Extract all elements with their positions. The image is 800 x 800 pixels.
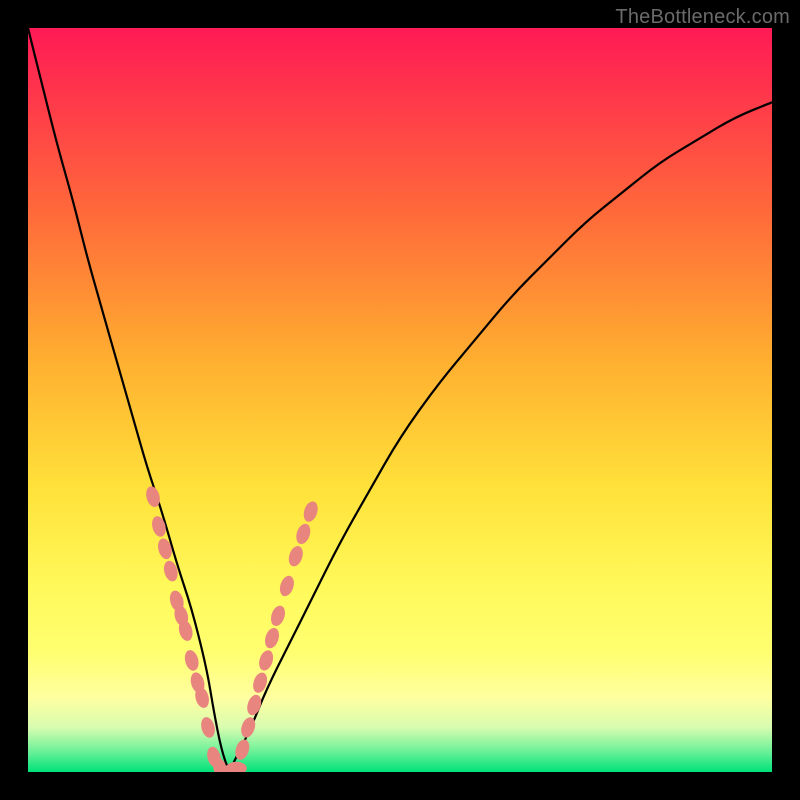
watermark-text: TheBottleneck.com (615, 6, 790, 29)
bead-marker (269, 604, 287, 627)
bead-marker (257, 649, 275, 672)
bead-cluster (145, 485, 320, 772)
bead-marker (226, 762, 246, 772)
bead-marker (263, 627, 281, 650)
bead-marker (287, 545, 305, 568)
bead-marker (302, 500, 320, 523)
bead-marker (245, 694, 263, 717)
chart-plot (28, 28, 772, 772)
bead-marker (295, 523, 313, 546)
bead-marker (183, 649, 200, 671)
bead-marker (278, 575, 296, 598)
bottleneck-curve (28, 28, 772, 768)
bead-marker (200, 716, 217, 738)
chart-frame (28, 28, 772, 772)
